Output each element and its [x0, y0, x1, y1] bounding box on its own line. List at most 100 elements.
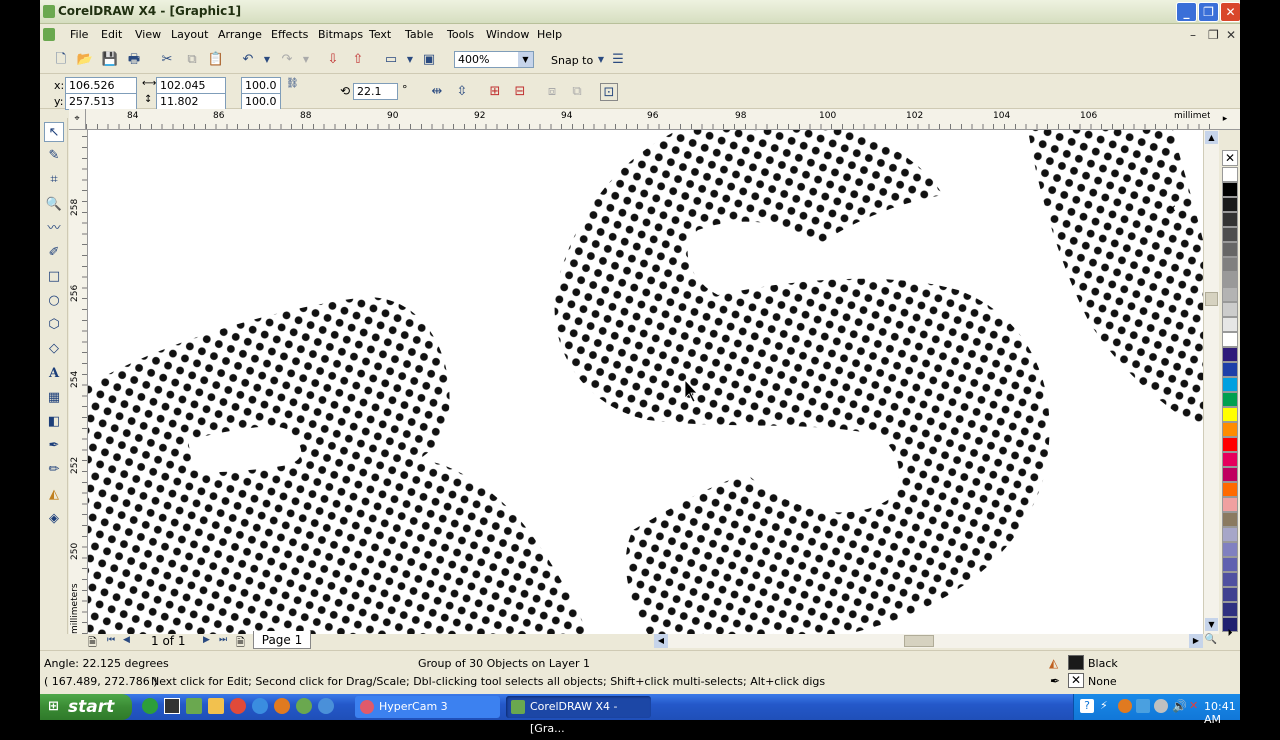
next-page-icon[interactable]: ▶	[203, 635, 210, 645]
zoom-tool-icon[interactable]: 🔍	[44, 195, 64, 215]
palette-swatch[interactable]	[1222, 497, 1238, 512]
quicklaunch-icon[interactable]	[230, 698, 246, 714]
taskbar-item-hypercam[interactable]: HyperCam 3	[355, 696, 500, 718]
palette-swatch[interactable]	[1222, 377, 1238, 392]
pick-tool-icon[interactable]: ↖	[44, 122, 64, 142]
menu-edit[interactable]: Edit	[101, 28, 122, 41]
scale-width-field[interactable]: 100.0	[241, 77, 281, 94]
launcher-dropdown-icon[interactable]: ▼	[401, 51, 419, 69]
group-icon[interactable]: ⊞	[486, 83, 504, 101]
page-tab[interactable]: Page 1	[253, 631, 311, 649]
previous-page-icon[interactable]: ◀	[123, 635, 130, 645]
scroll-right-icon[interactable]: ▸	[1210, 109, 1240, 130]
halftone-letter-partial[interactable]	[1028, 130, 1203, 430]
quicklaunch-icon[interactable]	[296, 698, 312, 714]
horizontal-scrollbar[interactable]: ◀ ▶	[654, 634, 1203, 648]
table-tool-icon[interactable]: ▦	[44, 388, 64, 408]
palette-swatch[interactable]	[1222, 197, 1238, 212]
mirror-vertical-icon[interactable]: ⇳	[453, 83, 471, 101]
palette-swatch[interactable]	[1222, 512, 1238, 527]
quicklaunch-icon[interactable]	[142, 698, 158, 714]
cut-icon[interactable]: ✂	[158, 51, 176, 69]
palette-swatch[interactable]	[1222, 587, 1238, 602]
palette-swatch[interactable]	[1222, 437, 1238, 452]
menu-text[interactable]: Text	[369, 28, 391, 41]
quicklaunch-icon[interactable]	[164, 698, 180, 714]
palette-swatch[interactable]	[1222, 212, 1238, 227]
polygon-tool-icon[interactable]: ⬡	[44, 315, 64, 335]
crop-tool-icon[interactable]: ⌗	[44, 170, 64, 190]
maximize-button[interactable]: ❐	[1198, 2, 1219, 22]
help-icon[interactable]: ?	[1080, 699, 1094, 713]
y-position-field[interactable]: 257.513 mm	[65, 93, 137, 121]
break-apart-icon[interactable]: ⧉	[568, 83, 586, 101]
fill-color-swatch[interactable]	[1068, 655, 1084, 670]
zoom-dropdown-icon[interactable]: ▼	[518, 52, 533, 67]
doc-close-button[interactable]: ✕	[1226, 28, 1236, 42]
rotation-angle-field[interactable]: 22.1	[353, 83, 398, 100]
print-icon[interactable]: 🖶	[125, 51, 143, 69]
scroll-right-icon[interactable]: ▶	[1189, 634, 1203, 648]
vertical-scroll-thumb[interactable]	[1205, 292, 1218, 306]
copy-icon[interactable]: ⧉	[183, 51, 201, 69]
width-field[interactable]: 102.045 mm	[156, 77, 226, 105]
freehand-tool-icon[interactable]: 〰	[44, 219, 64, 239]
palette-swatch[interactable]	[1222, 347, 1238, 362]
palette-swatch[interactable]	[1222, 422, 1238, 437]
save-icon[interactable]: 💾	[101, 51, 119, 69]
ungroup-icon[interactable]: ⊟	[511, 83, 529, 101]
doc-restore-button[interactable]: ❐	[1208, 28, 1219, 42]
export-icon[interactable]: ⇧	[349, 51, 367, 69]
tray-icon[interactable]	[1154, 699, 1168, 713]
open-icon[interactable]: 📂	[76, 51, 94, 69]
combine-icon[interactable]: ⧈	[543, 83, 561, 101]
palette-scroll-icon[interactable]: ⏵	[1222, 628, 1238, 644]
menu-window[interactable]: Window	[486, 28, 529, 41]
scroll-up-icon[interactable]: ▲	[1205, 131, 1218, 144]
palette-swatch[interactable]	[1222, 302, 1238, 317]
menu-view[interactable]: View	[135, 28, 161, 41]
network-icon[interactable]: ⚡	[1100, 699, 1108, 712]
taskbar-item-coreldraw[interactable]: CorelDRAW X4 - [Gra...	[506, 696, 651, 735]
drawing-canvas[interactable]: ✕	[88, 130, 1203, 634]
mirror-horizontal-icon[interactable]: ⇹	[428, 83, 446, 101]
palette-swatch[interactable]	[1222, 527, 1238, 542]
menu-bitmaps[interactable]: Bitmaps	[318, 28, 363, 41]
undo-dropdown-icon[interactable]: ▼	[258, 51, 276, 69]
menu-help[interactable]: Help	[537, 28, 562, 41]
quicklaunch-icon[interactable]	[186, 698, 202, 714]
palette-swatch[interactable]	[1222, 317, 1238, 332]
application-launcher-icon[interactable]: ▭	[382, 51, 400, 69]
start-button[interactable]: ⊞ start	[40, 694, 132, 720]
palette-swatch[interactable]	[1222, 602, 1238, 617]
welcome-screen-icon[interactable]: ▣	[420, 51, 438, 69]
redo-icon[interactable]: ↷	[278, 51, 296, 69]
new-document-icon[interactable]: 🗋	[52, 51, 70, 69]
no-color-swatch[interactable]: ✕	[1222, 150, 1238, 166]
ruler-origin[interactable]: ⌖	[69, 109, 86, 130]
height-field[interactable]: 11.802 mm	[156, 93, 226, 121]
vertical-ruler[interactable]: 258 256 254 252 250 millimeters	[69, 130, 88, 634]
scroll-down-icon[interactable]: ▼	[1205, 618, 1218, 631]
palette-swatch[interactable]	[1222, 452, 1238, 467]
volume-icon[interactable]: 🔊	[1172, 699, 1187, 713]
redo-dropdown-icon[interactable]: ▼	[297, 51, 315, 69]
palette-swatch[interactable]	[1222, 167, 1238, 182]
minimize-button[interactable]: _	[1176, 2, 1197, 22]
palette-swatch[interactable]	[1222, 572, 1238, 587]
quicklaunch-icon[interactable]	[208, 698, 224, 714]
snap-dropdown-icon[interactable]: ▼	[592, 51, 610, 69]
palette-swatch[interactable]	[1222, 182, 1238, 197]
x-position-field[interactable]: 106.526 mm	[65, 77, 137, 105]
palette-swatch[interactable]	[1222, 557, 1238, 572]
menu-tools[interactable]: Tools	[447, 28, 474, 41]
interactive-blend-tool-icon[interactable]: ◧	[44, 412, 64, 432]
halftone-letter-r[interactable]	[88, 297, 588, 634]
ellipse-tool-icon[interactable]: ○	[44, 291, 64, 311]
rectangle-tool-icon[interactable]: □	[44, 267, 64, 287]
align-distribute-icon[interactable]: ⊡	[600, 83, 618, 101]
outline-tool-icon[interactable]: ✏	[44, 460, 64, 480]
scale-height-field[interactable]: 100.0	[241, 93, 281, 110]
tray-icon[interactable]: ✕	[1189, 699, 1198, 712]
eyedropper-tool-icon[interactable]: ✒	[44, 436, 64, 456]
